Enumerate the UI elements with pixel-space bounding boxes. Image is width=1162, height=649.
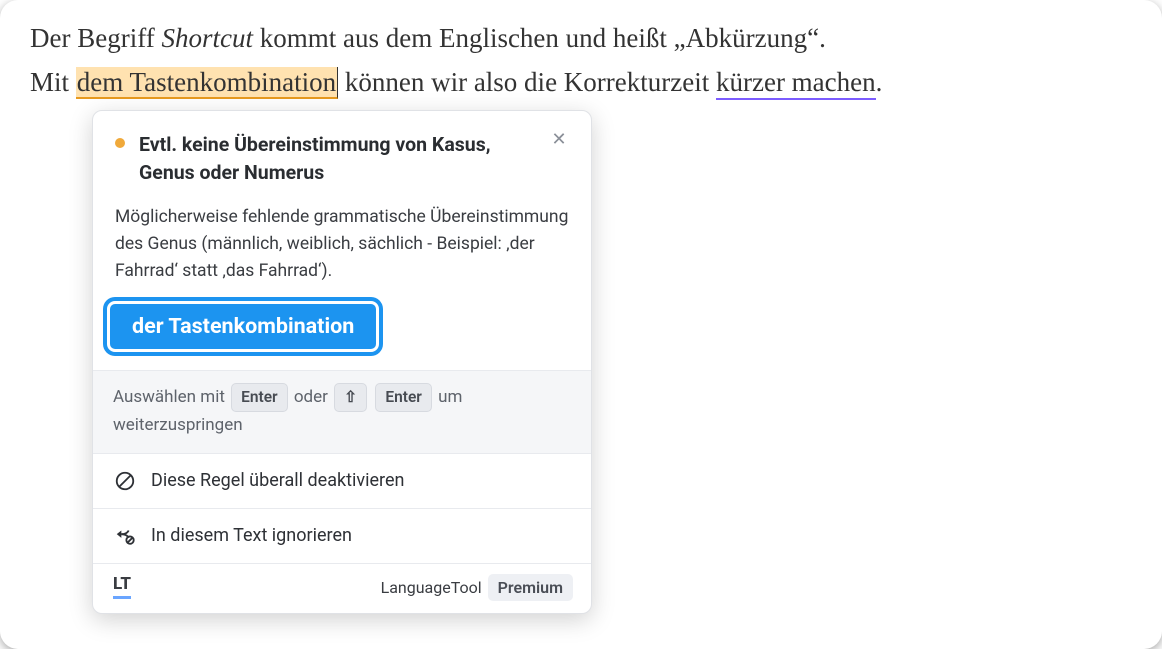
editor-text[interactable]: Der Begriff Shortcut kommt aus dem Engli… <box>30 16 1132 104</box>
action-label: In diesem Text ignorieren <box>151 525 352 546</box>
popover-title: Evtl. keine Übereinstimmung von Kasus, G… <box>139 131 549 188</box>
ignore-in-text-button[interactable]: In diesem Text ignorieren <box>93 509 591 564</box>
close-icon[interactable]: ✕ <box>549 131 569 151</box>
premium-badge[interactable]: Premium <box>488 574 573 601</box>
shift-key-icon: ⇧ <box>334 383 367 412</box>
suggestion-area: der Tastenkombination <box>93 299 591 370</box>
languagetool-logo-icon[interactable]: LT <box>113 576 131 599</box>
disable-icon <box>113 469 137 493</box>
style-hint-highlight[interactable]: kürzer machen <box>716 67 876 100</box>
brand-label: LanguageTool <box>381 578 482 597</box>
popover-description: Möglicherweise fehlende grammatische Übe… <box>93 198 591 299</box>
text-segment: Mit <box>30 67 76 97</box>
keyboard-hint: Auswählen mit Enter oder ⇧ Enter um weit… <box>93 370 591 454</box>
enter-key-icon: Enter <box>231 383 288 412</box>
hint-text: Auswählen mit <box>113 387 229 407</box>
action-label: Diese Regel überall deaktivieren <box>151 470 404 491</box>
text-segment: können wir also die Korrekturzeit <box>338 67 716 97</box>
text-segment: kommt aus dem Englischen und heißt „Abkü… <box>253 23 826 53</box>
hint-text: oder <box>294 387 332 407</box>
enter-key-icon: Enter <box>375 383 432 412</box>
grammar-error-highlight[interactable]: dem Tastenkombination <box>76 67 338 99</box>
text-italic: Shortcut <box>161 23 253 53</box>
text-segment: Der Begriff <box>30 23 161 53</box>
correction-popover: Evtl. keine Übereinstimmung von Kasus, G… <box>92 110 592 614</box>
ignore-icon <box>113 524 137 548</box>
popover-header: Evtl. keine Übereinstimmung von Kasus, G… <box>93 111 591 198</box>
apply-suggestion-button[interactable]: der Tastenkombination <box>107 301 379 352</box>
severity-dot-icon <box>115 138 125 148</box>
deactivate-rule-button[interactable]: Diese Regel überall deaktivieren <box>93 454 591 509</box>
editor-card: Der Begriff Shortcut kommt aus dem Engli… <box>0 0 1162 649</box>
popover-footer: LT LanguageTool Premium <box>93 564 591 613</box>
text-segment: . <box>876 67 883 97</box>
